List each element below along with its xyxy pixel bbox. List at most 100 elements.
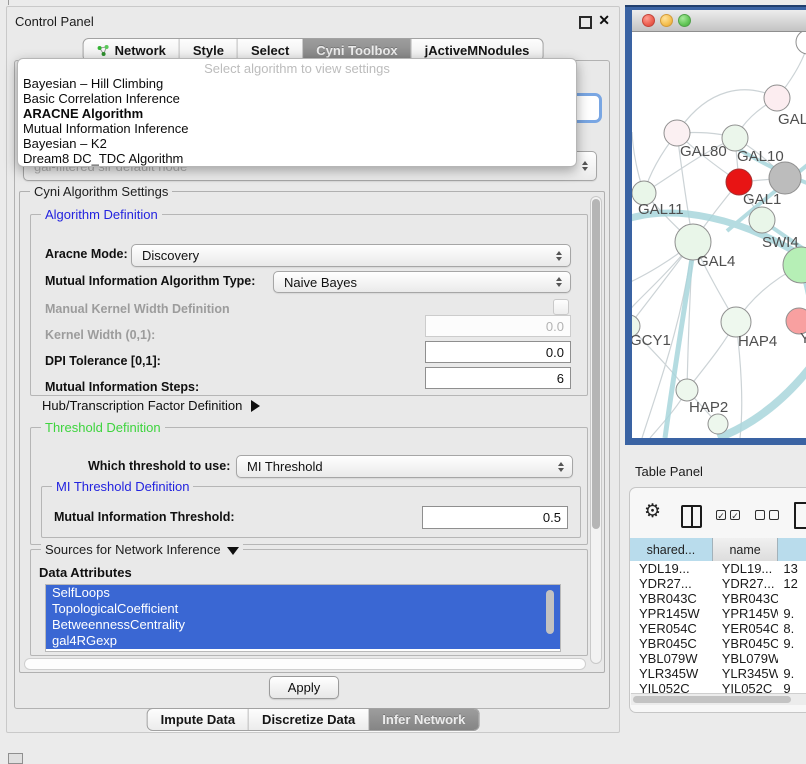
apply-button[interactable]: Apply [269,676,339,699]
network-node-swi4[interactable] [783,247,806,283]
algorithm-definition-group: Algorithm Definition Aracne Mode: Discov… [30,214,588,396]
algorithm-option-mutual-information-inference[interactable]: Mutual Information Inference [18,121,576,136]
mi-type-combo[interactable]: Naive Bayes [273,271,571,293]
data-attribute-selfloops[interactable]: SelfLoops [46,585,560,601]
table-row[interactable]: YPR145WYPR145W9. [630,606,806,621]
scrollbar-thumb[interactable] [592,199,600,529]
export-table-icon[interactable] [794,502,806,529]
table-cell: 9. [778,606,806,621]
mode-tab-label: Impute Data [161,712,235,727]
table-cell: 12 [778,576,806,591]
table-horizontal-scrollbar[interactable] [631,693,806,705]
network-node-hap2[interactable] [676,379,698,401]
network-node-top-right[interactable] [796,32,806,54]
tab-label: Cyni Toolbox [316,43,397,58]
table-cell: YER054C [713,621,779,636]
select-all-columns-icon[interactable]: ✓ ✓ [716,510,740,520]
mi-steps-label: Mutual Information Steps: [45,380,199,394]
data-attribute-gal4rgexp[interactable]: gal4RGexp [46,633,560,649]
which-threshold-label: Which threshold to use: [88,459,230,473]
table-header-name[interactable]: name [713,538,779,561]
dpi-tolerance-field[interactable]: 0.0 [425,341,571,363]
float-panel-icon[interactable] [579,16,592,29]
deselect-all-columns-icon[interactable] [755,510,779,520]
unchecked-box-icon [755,510,765,520]
sources-group-title[interactable]: Sources for Network Inference [41,542,243,557]
table-row[interactable]: YBR045CYBR045C9. [630,636,806,651]
table-row[interactable]: YDR27...YDR27...12 [630,576,806,591]
tab-label: Select [251,43,289,58]
hub-definition-toggle[interactable]: Hub/Transcription Factor Definition [42,398,260,413]
table-cell: YIL052C [630,681,713,693]
hub-definition-label: Hub/Transcription Factor Definition [42,398,242,413]
table-cell: 13 [778,561,806,576]
which-threshold-value: MI Threshold [247,459,323,474]
mi-steps-value: 6 [557,371,564,386]
algorithm-option-aracne-algorithm[interactable]: ARACNE Algorithm [18,106,576,121]
mode-tab-label: Infer Network [382,712,465,727]
settings-horizontal-scrollbar[interactable] [24,658,586,670]
node-label-swi4: SWI4 [762,234,799,251]
table-cell: YDR27... [630,576,713,591]
mi-steps-field[interactable]: 6 [425,367,571,389]
table-row[interactable]: YIL052CYIL052C9 [630,681,806,693]
node-label-gcy1: GCY1 [632,332,671,349]
kernel-width-field[interactable]: 0.0 [425,315,571,337]
data-attribute-betweennesscentrality[interactable]: BetweennessCentrality [46,617,560,633]
mode-tab-infer-network[interactable]: Infer Network [368,709,478,730]
minimize-window-button[interactable] [660,14,673,27]
table-row[interactable]: YER054CYER054C8. [630,621,806,636]
tab-label: jActiveMNodules [425,43,530,58]
table-header: shared...name [630,538,806,562]
split-columns-icon[interactable] [681,505,702,528]
mi-threshold-value: 0.5 [543,510,561,525]
which-threshold-combo[interactable]: MI Threshold [236,455,573,478]
zoom-window-button[interactable] [678,14,691,27]
manual-kernel-checkbox[interactable] [553,299,569,315]
network-node-gal1-green[interactable] [749,207,775,233]
table-cell: YDR27... [713,576,779,591]
table-cell: YLR345W [713,666,779,681]
table-row[interactable]: YLR345WYLR345W9. [630,666,806,681]
table-cell: YLR345W [630,666,713,681]
table-header-shared[interactable]: shared... [630,538,713,561]
network-window-titlebar[interactable] [632,10,806,32]
algorithm-option-basic-correlation-inference[interactable]: Basic Correlation Inference [18,91,576,106]
close-window-button[interactable] [642,14,655,27]
algorithm-option-dream8-dc-tdc-algorithm[interactable]: Dream8 DC_TDC Algorithm [18,151,576,166]
mi-threshold-field[interactable]: 0.5 [422,506,568,529]
table-header-col2[interactable] [778,538,806,561]
network-node-gray[interactable] [769,162,801,194]
data-attributes-list[interactable]: SelfLoopsTopologicalCoefficientBetweenne… [45,584,561,652]
aracne-mode-combo[interactable]: Discovery [131,244,571,267]
combo-arrows-icon [582,161,588,171]
data-attribute-topologicalcoefficient[interactable]: TopologicalCoefficient [46,601,560,617]
network-icon [97,44,110,57]
network-node-bottom[interactable] [708,414,728,434]
mode-tab-impute-data[interactable]: Impute Data [148,709,248,730]
table-cell: YBL079W [713,651,779,666]
settings-scrollbar[interactable] [590,196,602,664]
network-canvas[interactable]: GAL2GAL80GAL10GAL1GAL11SWI4GAL4HAP4YGCY1… [632,32,806,438]
gear-icon[interactable]: ⚙ [644,500,661,523]
mode-tab-discretize-data[interactable]: Discretize Data [248,709,368,730]
data-attributes-label: Data Attributes [39,565,132,580]
table-row[interactable]: YBR043CYBR043C [630,591,806,606]
close-panel-icon[interactable]: ✕ [598,12,610,29]
checked-box-icon: ✓ [730,510,740,520]
unchecked-box-icon [769,510,779,520]
algorithm-option-bayesian-k2[interactable]: Bayesian – K2 [18,136,576,151]
table-row[interactable]: YBL079WYBL079W [630,651,806,666]
kernel-width-label: Kernel Width (0,1): [45,328,155,342]
attribute-list-scrollbar[interactable] [546,590,554,634]
table-panel-title: Table Panel [635,464,703,479]
table-row[interactable]: YDL19...YDL19...13 [630,561,806,576]
scrollbar-thumb[interactable] [633,696,791,703]
algorithm-option-bayesian-hill-climbing[interactable]: Bayesian – Hill Climbing [18,76,576,91]
algorithm-options: Bayesian – Hill ClimbingBasic Correlatio… [18,76,576,166]
node-label-y: Y [800,330,806,347]
hidden-panel-grip[interactable] [8,753,23,764]
cyni-mode-tabs: Impute Data Discretize Data Infer Network [147,708,480,731]
control-panel-title: Control Panel [15,14,94,29]
network-node-gal2[interactable] [764,85,790,111]
